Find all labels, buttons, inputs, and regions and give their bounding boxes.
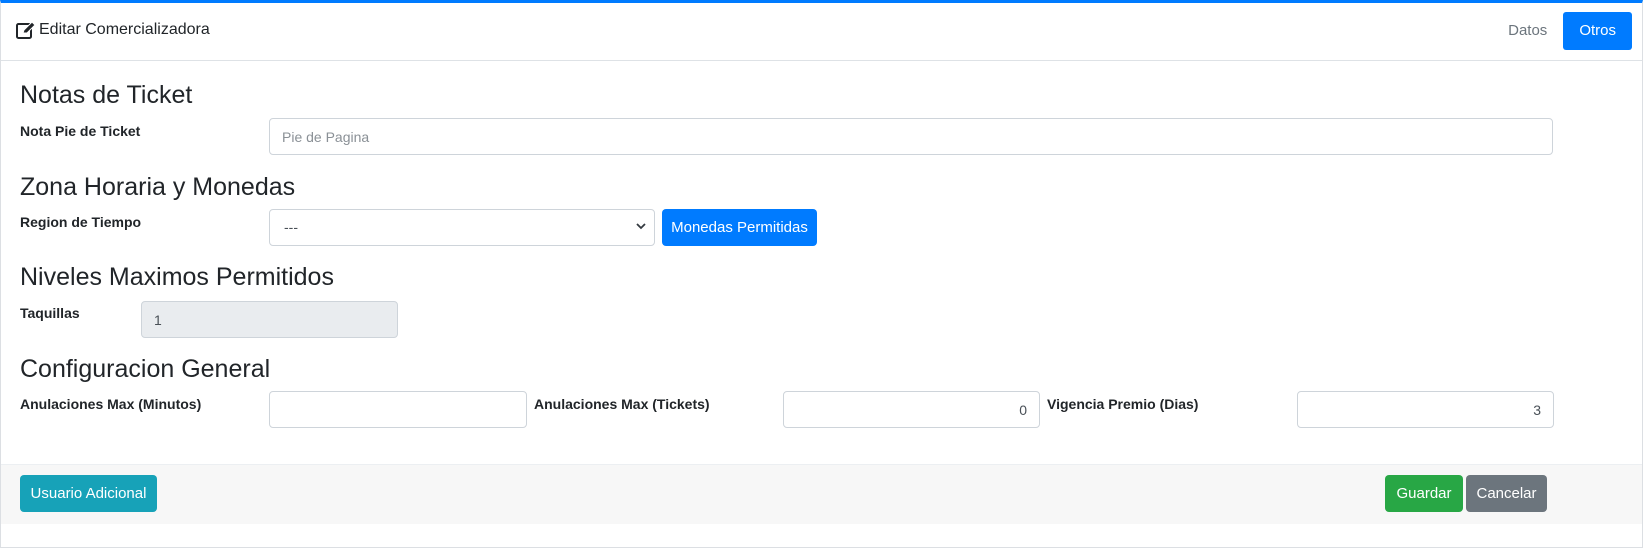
usuario-adicional-button[interactable]: Usuario Adicional [20,475,157,512]
anulaciones-minutos-input[interactable] [269,391,527,428]
section-title-notas: Notas de Ticket [20,81,193,109]
region-tiempo-value: --- [284,219,298,235]
monedas-permitidas-button[interactable]: Monedas Permitidas [662,209,817,246]
chevron-down-icon [636,223,646,230]
taquillas-input[interactable] [141,301,398,338]
header-tabs: Datos Otros [1492,12,1632,50]
edit-card: Editar Comercializadora Datos Otros Nota… [0,0,1643,548]
label-anulaciones-tickets: Anulaciones Max (Tickets) [534,396,710,412]
section-title-zona: Zona Horaria y Monedas [20,173,296,201]
region-tiempo-select[interactable]: --- [269,209,655,246]
page-title: Editar Comercializadora [39,21,210,38]
card-title-wrap: Editar Comercializadora [16,21,210,39]
tab-datos[interactable]: Datos [1492,12,1563,50]
edit-icon [16,21,36,39]
label-anulaciones-minutos: Anulaciones Max (Minutos) [20,396,202,412]
label-nota-pie: Nota Pie de Ticket [20,123,141,139]
label-vigencia-premio: Vigencia Premio (Dias) [1047,396,1199,412]
label-taquillas: Taquillas [20,305,80,321]
vigencia-premio-input[interactable] [1297,391,1554,428]
card-header: Editar Comercializadora Datos Otros [1,3,1642,61]
cancelar-button[interactable]: Cancelar [1466,475,1547,512]
guardar-button[interactable]: Guardar [1385,475,1463,512]
tab-otros[interactable]: Otros [1563,12,1632,50]
nota-pie-input[interactable] [269,118,1553,155]
label-region-tiempo: Region de Tiempo [20,214,142,230]
card-footer: Usuario Adicional Guardar Cancelar [1,464,1642,524]
section-title-config: Configuracion General [20,355,271,383]
section-title-niveles: Niveles Maximos Permitidos [20,263,334,291]
anulaciones-tickets-input[interactable] [783,391,1040,428]
